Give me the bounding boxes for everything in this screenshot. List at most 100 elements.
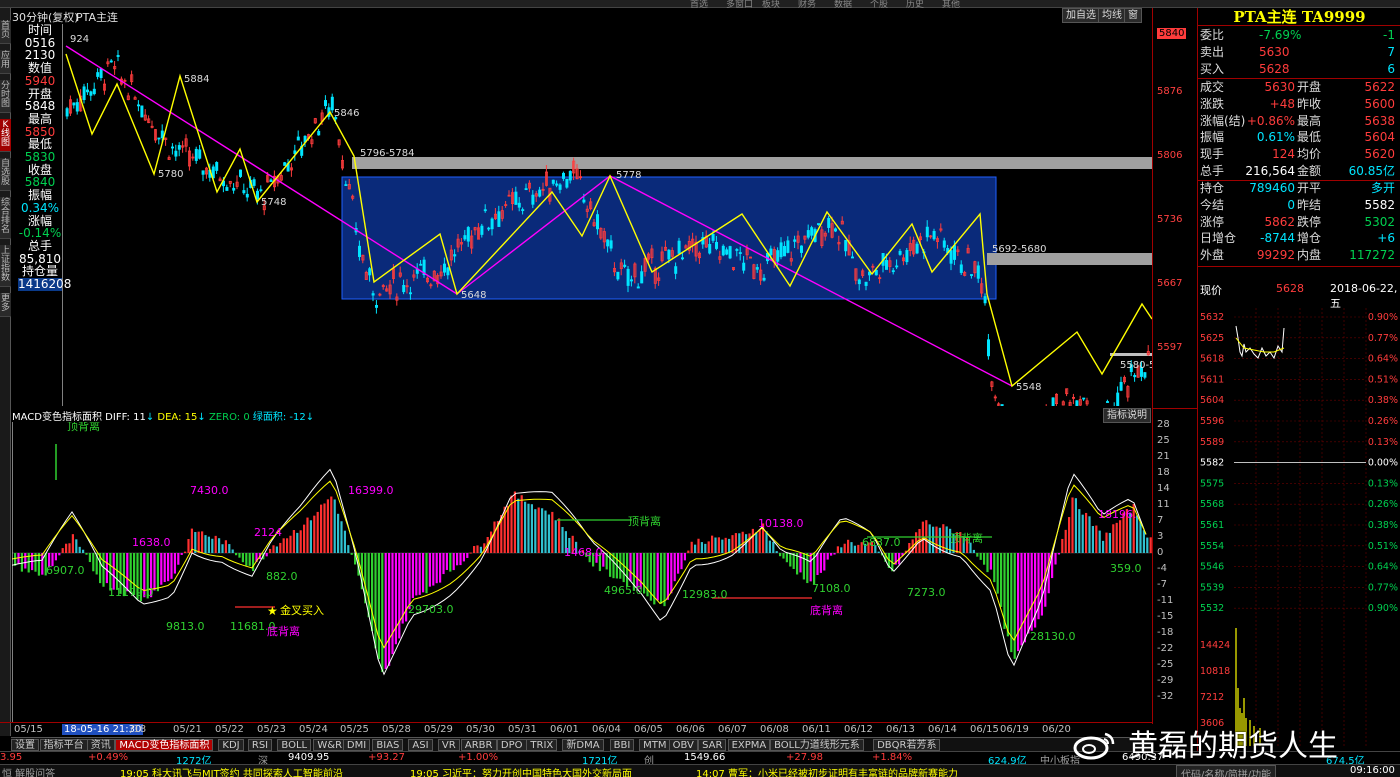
- nav-item[interactable]: 首页: [0, 20, 11, 44]
- macd-tick: -32: [1157, 691, 1174, 702]
- macd-bar: [643, 553, 646, 594]
- nav-item[interactable]: 分时图: [0, 80, 11, 113]
- nav-item[interactable]: 更多: [0, 293, 11, 317]
- separator: [1198, 266, 1400, 267]
- nav-item[interactable]: K线图: [0, 119, 11, 152]
- macd-bar: [1064, 529, 1067, 553]
- indicator-tab[interactable]: SAR: [698, 739, 727, 751]
- code-search-input[interactable]: 代码/名称/简拼/功能: [1176, 765, 1277, 777]
- mini-pct-tick: 0.00%: [1368, 458, 1398, 469]
- date-tick: 05/30: [466, 724, 495, 735]
- candle: [1143, 372, 1147, 378]
- candle: [681, 257, 685, 260]
- macd-tick: 28: [1157, 419, 1170, 430]
- indicator-tab[interactable]: BBI: [609, 739, 635, 751]
- candle: [793, 239, 797, 242]
- candle: [864, 281, 868, 286]
- macd-bar: [551, 511, 554, 553]
- window-button[interactable]: 窗: [1124, 8, 1142, 23]
- candle: [851, 256, 855, 259]
- candle: [640, 271, 644, 284]
- indicator-tab[interactable]: KDJ: [218, 739, 244, 751]
- indicator-help-button[interactable]: 指标说明: [1103, 408, 1151, 423]
- indicator-tab[interactable]: ASI: [408, 739, 433, 751]
- indicator-tab[interactable]: DBQR若芳系: [873, 739, 941, 751]
- price-tick: 5840: [1157, 28, 1187, 39]
- indicator-tab[interactable]: 指标平台: [39, 739, 88, 751]
- candle: [283, 162, 287, 166]
- macd-bar: [1071, 497, 1074, 553]
- nav-item[interactable]: 自选股: [0, 158, 11, 191]
- macd-bar: [82, 549, 85, 553]
- macd-tick: -11: [1157, 595, 1174, 606]
- macd-bar: [1091, 526, 1094, 553]
- macd-bar: [411, 553, 414, 598]
- ma-button[interactable]: 均线: [1098, 8, 1126, 23]
- indicator-tab[interactable]: DPO: [496, 739, 527, 751]
- candle: [800, 245, 804, 253]
- indicator-tab[interactable]: TRIX: [526, 739, 558, 751]
- indicator-tab[interactable]: BOLL力道线形元系: [770, 739, 864, 751]
- quote-value: +48: [1269, 96, 1295, 111]
- indicator-tab[interactable]: ARBR: [460, 739, 497, 751]
- candle: [538, 189, 542, 197]
- price-annotation: 5778: [616, 170, 641, 181]
- intraday-chart[interactable]: 5632 0.90% 5625 0.77% 5618 0.64% 5611 0.51% 5604…: [1198, 308, 1400, 746]
- macd-bar: [877, 551, 880, 553]
- news-ticker-bar[interactable]: 恒 解股问答 19:05 科大讯飞与MIT签约 共同探索人工智能前沿 19:05…: [0, 764, 1400, 777]
- macd-bar: [1139, 521, 1142, 553]
- indicator-tab[interactable]: MTM: [639, 739, 671, 751]
- nav-item[interactable]: 综合排名: [0, 197, 11, 239]
- date-tick: 06/14: [928, 724, 957, 735]
- macd-bar: [660, 553, 663, 604]
- indicator-tab[interactable]: MACD变色指标面积: [115, 739, 214, 751]
- news-item[interactable]: 19:05 习近平：努力开创中国特色大国外交新局面: [410, 765, 632, 777]
- macd-bar: [452, 553, 455, 571]
- qa-link[interactable]: 恒 解股问答: [2, 765, 55, 777]
- news-item[interactable]: 19:05 科大讯飞与MIT签约 共同探索人工智能前沿: [120, 765, 343, 777]
- macd-bar: [221, 544, 224, 553]
- macd-label: 7430.0: [190, 484, 229, 497]
- macd-bar: [558, 518, 561, 553]
- indicator-tab[interactable]: VR: [437, 739, 460, 751]
- macd-bar: [309, 520, 312, 553]
- indicator-tab[interactable]: DMI: [342, 739, 371, 751]
- date-tick: 06/08: [760, 724, 789, 735]
- candle: [1075, 400, 1079, 406]
- indicator-tab[interactable]: RSI: [247, 739, 273, 751]
- candle: [109, 60, 113, 63]
- macd-chart[interactable]: 顶背离 7430.0 16399.0 2124 1638.0 1468.0 6907.0 11…: [12, 422, 1152, 722]
- indicator-tab[interactable]: OBV: [668, 739, 698, 751]
- macd-bar: [1000, 553, 1003, 607]
- price-annotation: 5846: [334, 108, 359, 119]
- candle: [844, 240, 848, 252]
- macd-bar: [537, 507, 540, 553]
- indicator-tab[interactable]: 资讯: [86, 739, 115, 751]
- indicator-tab[interactable]: 设置: [11, 739, 39, 751]
- quote-row: 成交 5630 开盘 5622: [1199, 79, 1399, 95]
- add-favorite-button[interactable]: 加自选: [1062, 8, 1100, 23]
- macd-bar: [350, 553, 353, 555]
- macd-bar: [847, 539, 850, 553]
- mini-pct-tick: 0.38%: [1368, 395, 1398, 406]
- macd-bar: [374, 553, 377, 649]
- mini-price-tick: 5582: [1200, 458, 1224, 469]
- nav-item[interactable]: 应用: [0, 50, 11, 74]
- date-tick: 06/05: [634, 724, 663, 735]
- macd-bar: [347, 545, 350, 553]
- indicator-tab[interactable]: 新DMA: [562, 739, 604, 751]
- candle: [987, 339, 991, 357]
- macd-bar: [466, 553, 469, 558]
- news-item[interactable]: 14:07 曹军：小米已经被初步证明有丰富链的品牌新赛能力: [696, 765, 958, 777]
- indicator-tab[interactable]: W&R: [313, 739, 347, 751]
- mini-price-tick: 5589: [1200, 437, 1224, 448]
- kline-chart[interactable]: 924 5884 5780 5748 5846 5796-5784 5778 5648 5692…: [62, 24, 1152, 406]
- nav-item[interactable]: 上证指数: [0, 245, 11, 287]
- indicator-tab[interactable]: BIAS: [372, 739, 404, 751]
- candle: [1133, 374, 1137, 378]
- date-tick: 06/19: [1000, 724, 1029, 735]
- indicator-tab[interactable]: EXPMA: [727, 739, 771, 751]
- indicator-tab[interactable]: BOLL: [277, 739, 312, 751]
- candle: [776, 250, 780, 262]
- price-tick: 5876: [1157, 86, 1183, 97]
